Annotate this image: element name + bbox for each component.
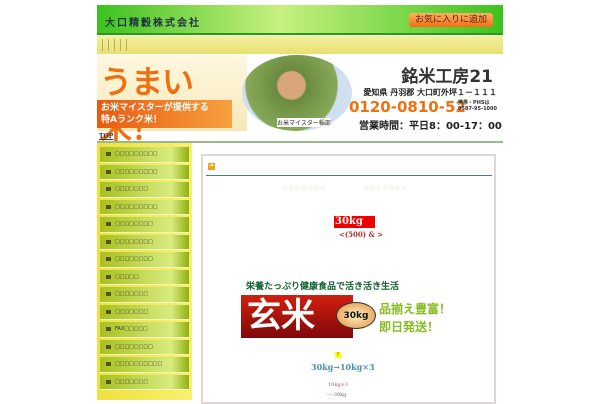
promo-text: 品揃え豊富！ 即日発送！ [379, 300, 451, 336]
header-bar: 大口精穀株式会社 お気に入りに追加 [97, 5, 503, 35]
promo-2: 即日発送！ [379, 320, 440, 334]
bullet-icon [106, 379, 111, 384]
sidebar-item-label: FAX□□□□□ [115, 326, 148, 333]
mobile-value: 0587-95-1000 [458, 106, 497, 112]
mobile-number: 携帯・PHSは 0587-95-1000 [458, 100, 497, 112]
highlight-mark: ! [335, 352, 341, 358]
sidebar-item-label: □□□□□□□□ [115, 221, 153, 228]
bullet-icon [106, 222, 111, 227]
main-content: ➔ ☆☆☆☆☆☆☆ ☆☆☆☆☆☆☆ 30kg <(500) & > 栄養たっぷり… [201, 154, 496, 404]
bullet-icon [106, 152, 111, 157]
bullet-icon [106, 204, 111, 209]
bullet-icon [106, 274, 111, 279]
tagline: 栄養たっぷり健康食品で活き活き生活 [246, 282, 400, 292]
stars-left: ☆☆☆☆☆☆☆ [282, 184, 326, 192]
bullet-icon [106, 169, 111, 174]
stars-right: ☆☆☆☆☆☆☆ [363, 184, 407, 192]
title-underline [206, 175, 492, 176]
product-weight: 30kg [334, 216, 375, 228]
bullet-icon [106, 257, 111, 262]
sidebar-item-label: □□□□□□□□□□ [115, 361, 163, 368]
sidebar-item[interactable]: □□□□□□□□ [100, 234, 189, 250]
sidebar-item[interactable]: □□□□□□□□ [100, 217, 189, 233]
sidebar-item[interactable]: □□□□□ [100, 269, 189, 285]
bullet-icon [106, 187, 111, 192]
sidebar-item-label: □□□□□□□ [115, 291, 149, 298]
bullet-icon [106, 344, 111, 349]
sidebar-item-label: □□□□□□□ [115, 186, 149, 193]
sidebar-item[interactable]: □□□□□□□□□ [100, 199, 189, 215]
breadcrumb-top-link[interactable]: TOP [99, 133, 113, 140]
phone-number: 0120-0810-52 [349, 98, 466, 116]
sidebar-item-label: □□□□□□□ [115, 378, 149, 385]
add-favorite-button[interactable]: お気に入りに追加 [409, 13, 493, 27]
photo-caption: お米マイスター稲部 [277, 118, 331, 127]
company-logo[interactable]: 大口精穀株式会社 [105, 14, 201, 29]
sidebar-item-label: □□□□□□□□ [115, 256, 153, 263]
bullet-icon [106, 239, 111, 244]
subline-2: 特Aランク米！ [101, 115, 162, 125]
banner: うまい米！ お米マイスターが提供する 特Aランク米！ お米マイスター稲部 銘米工房… [97, 55, 503, 147]
bullet-icon [106, 292, 111, 297]
sidebar-item-label: □□□□□□□□ [115, 238, 153, 245]
sidebar-item-label: □□□□□□□ [115, 308, 149, 315]
sidebar-item[interactable]: □□□□□□□ [100, 182, 189, 198]
page: 大口精穀株式会社 お気に入りに追加 うまい米！ お米マイスターが提供する 特Aラン… [97, 5, 503, 404]
sidebar-item[interactable]: □□□□□□□ [100, 374, 189, 390]
sidebar-menu: □□□□□□□□□ □□□□□□□□□ □□□□□□□ □□□□□□□□□ □□□□□□… [97, 143, 192, 400]
sidebar-item[interactable]: □□□□□□□□□ [100, 147, 189, 163]
detail-line-2: ----30kg [327, 392, 347, 398]
sidebar-item[interactable]: □□□□□□□□□□ [100, 357, 189, 373]
address: 愛知県 丹羽郡 大口町外坪１－１１１ [363, 88, 497, 97]
sidebar-item-label: □□□□□ [115, 273, 139, 280]
banner-subline: お米マイスターが提供する 特Aランク米！ [97, 100, 232, 128]
bullet-icon [106, 309, 111, 314]
banner-left: うまい米！ お米マイスターが提供する 特Aランク米！ [97, 55, 247, 147]
bullet-icon [106, 327, 111, 332]
sidebar-item[interactable]: □□□□□□□□ [100, 339, 189, 355]
sidebar-item[interactable]: □□□□□□□ [100, 304, 189, 320]
detail-line-1: 10kg×3 [328, 382, 348, 388]
sidebar-item[interactable]: FAX□□□□□ [100, 322, 189, 338]
weight-badge: 30kg [336, 302, 376, 329]
combo-text: 30kg→10kg×3 [311, 362, 375, 372]
sidebar-item[interactable]: □□□□□□□□□ [100, 164, 189, 180]
subline-1: お米マイスターが提供する [101, 103, 209, 113]
sidebar-item[interactable]: □□□□□□□ [100, 287, 189, 303]
business-hours: 営業時間：平日8：00-17：00 [359, 121, 502, 132]
bullet-icon [106, 362, 111, 367]
sidebar-item-label: □□□□□□□□ [115, 343, 153, 350]
sidebar-item-label: □□□□□□□□□ [115, 168, 158, 175]
product-sub: <(500) & > [339, 230, 384, 239]
decorative-stripe [97, 36, 503, 54]
sidebar-item-label: □□□□□□□□□ [115, 203, 158, 210]
arrow-icon: ➔ [208, 163, 215, 170]
brand-name: 銘米工房21 [401, 67, 493, 87]
promo-1: 品揃え豊富！ [379, 302, 452, 316]
sidebar-item[interactable]: □□□□□□□□ [100, 252, 189, 268]
sidebar-item-label: □□□□□□□□□ [115, 151, 158, 158]
